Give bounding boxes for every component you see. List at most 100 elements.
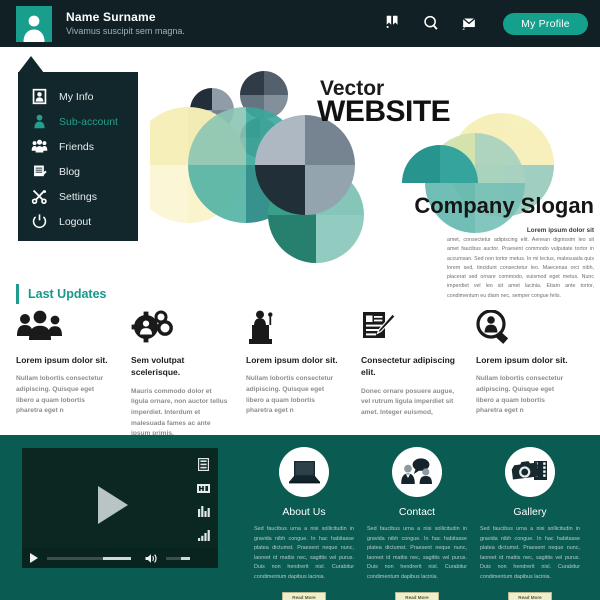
update-column[interactable]: Lorem ipsum dolor sit. Nullam lobortis c…	[246, 310, 361, 440]
last-updates-header: Last Updates	[16, 284, 107, 304]
avatar[interactable]	[16, 6, 52, 42]
read-more-button[interactable]: Read More	[395, 591, 439, 600]
card-text: Sed faucibus urna a nisi sollicitudin in…	[480, 526, 580, 581]
person-icon	[34, 114, 45, 129]
page-root: Name Surname Vivamus suscipit sem magna.…	[0, 0, 600, 600]
card-text: Sed faucibus urna a nisi sollicitudin in…	[367, 526, 467, 581]
card-title: About Us	[282, 506, 326, 518]
card-title: Gallery	[513, 506, 547, 518]
card-icon-circle	[392, 447, 442, 497]
search-icon[interactable]	[422, 14, 440, 32]
sidebar-item-my-info[interactable]: My Info	[18, 84, 138, 109]
column-title: Sem volutpat scelerisque.	[131, 355, 185, 378]
column-text: Nullam lobortis consectetur adipiscing. …	[16, 375, 104, 415]
bottom-section: About Us Sed faucibus urna a nisi sollic…	[0, 435, 600, 600]
sidebar-item-label: My Info	[59, 90, 94, 103]
info-card-contact[interactable]: Contact Sed faucibus urna a nisi sollici…	[365, 447, 469, 600]
video-controls	[22, 548, 218, 568]
user-info: Name Surname Vivamus suscipit sem magna.	[66, 10, 185, 36]
laptop-icon	[289, 461, 320, 484]
column-text: Nullam lobortis consectetur adipiscing. …	[246, 375, 334, 415]
id-card-icon	[32, 88, 47, 105]
sidebar-item-label: Sub-account	[59, 115, 118, 128]
column-text: Nullam lobortis consectetur adipiscing. …	[476, 375, 564, 415]
mail-icon[interactable]: 2	[460, 14, 478, 32]
hero-title: WEBSITE	[317, 95, 451, 128]
user-tagline: Vivamus suscipit sem magna.	[66, 26, 185, 36]
sidebar-item-logout[interactable]: Logout	[18, 209, 138, 234]
info-card-gallery[interactable]: Gallery Sed faucibus urna a nisi sollici…	[478, 447, 582, 600]
section-title: Last Updates	[28, 287, 107, 301]
gears-user-icon	[131, 310, 173, 343]
column-icon-wrap	[246, 310, 343, 346]
read-more-button[interactable]: Read More	[508, 591, 552, 600]
updates-columns: Lorem ipsum dolor sit. Nullam lobortis c…	[16, 310, 591, 440]
column-icon-wrap	[476, 310, 573, 346]
column-title: Lorem ipsum dolor sit.	[246, 355, 338, 365]
user-avatar-icon	[23, 15, 45, 42]
signal-bars-icon[interactable]	[197, 530, 210, 541]
equalizer-icon[interactable]	[197, 506, 210, 517]
form-pen-icon	[363, 312, 396, 338]
read-more-button[interactable]: Read More	[282, 591, 326, 600]
column-text: Donec ornare posuere augue, vel rutrum l…	[361, 387, 455, 416]
header-icon-group: 2	[384, 14, 478, 32]
video-player[interactable]	[22, 448, 218, 568]
sidebar-menu: My Info Sub-account Friends Blog Setting…	[18, 72, 138, 241]
update-column[interactable]: Lorem ipsum dolor sit. Nullam lobortis c…	[476, 310, 591, 440]
sidebar-item-blog[interactable]: Blog	[18, 159, 138, 184]
ribbon-icon[interactable]	[384, 14, 402, 32]
sidebar-pointer	[18, 56, 44, 73]
volume-bar[interactable]	[166, 556, 190, 560]
people-icon	[31, 139, 48, 153]
hero-slogan: Company Slogan	[414, 193, 594, 218]
column-icon-wrap	[131, 310, 228, 346]
people-group-icon	[17, 310, 62, 340]
update-column[interactable]: Sem volutpat scelerisque. Mauris commodo…	[131, 310, 246, 440]
play-triangle-icon[interactable]	[98, 486, 128, 524]
hero-body-title: Lorem ipsum dolor sit	[526, 227, 594, 234]
podium-speaker-icon	[249, 310, 273, 344]
info-card-about-us[interactable]: About Us Sed faucibus urna a nisi sollic…	[252, 447, 356, 600]
power-icon	[32, 214, 47, 229]
card-title: Contact	[398, 506, 436, 518]
user-name: Name Surname	[66, 10, 156, 24]
video-side-icons	[197, 458, 210, 541]
card-text: Sed faucibus urna a nisi sollicitudin in…	[254, 526, 354, 581]
sidebar-item-label: Logout	[59, 215, 92, 228]
seek-fill	[103, 556, 131, 560]
site-header: Name Surname Vivamus suscipit sem magna.…	[0, 0, 600, 47]
info-card-group: About Us Sed faucibus urna a nisi sollic…	[252, 447, 592, 600]
hero-banner: Vector WEBSITE Company Slogan Lorem ipsu…	[150, 55, 600, 299]
volume-fill	[181, 556, 190, 560]
seek-bar[interactable]	[47, 556, 131, 560]
column-icon-wrap	[361, 310, 458, 346]
play-icon[interactable]	[30, 553, 38, 563]
svg-text:2: 2	[462, 26, 465, 32]
sidebar-item-list: My Info Sub-account Friends Blog Setting…	[18, 72, 138, 234]
sidebar-item-sub-account[interactable]: Sub-account	[18, 109, 138, 134]
user-search-icon	[476, 310, 509, 344]
my-profile-button[interactable]: My Profile	[503, 13, 588, 35]
volume-icon[interactable]	[145, 553, 158, 564]
tools-icon	[31, 189, 47, 205]
sidebar-item-settings[interactable]: Settings	[18, 184, 138, 209]
sidebar-item-friends[interactable]: Friends	[18, 134, 138, 159]
sidebar-item-label: Friends	[59, 140, 95, 153]
update-column[interactable]: Consectetur adipiscing elit. Donec ornar…	[361, 310, 476, 440]
last-updates-section: Last Updates Lorem ipsum dolor sit. Null…	[0, 282, 600, 437]
people-chat-icon	[401, 458, 432, 484]
card-icon-circle	[279, 447, 329, 497]
sidebar-item-label: Settings	[59, 190, 97, 203]
column-text: Mauris commodo dolor et ligula ornare, n…	[131, 387, 228, 438]
sidebar-item-label: Blog	[59, 165, 81, 178]
update-column[interactable]: Lorem ipsum dolor sit. Nullam lobortis c…	[16, 310, 131, 440]
documents-icon	[34, 165, 47, 177]
list-icon[interactable]	[198, 458, 209, 471]
camera-film-icon	[511, 461, 547, 480]
column-title: Consectetur adipiscing elit.	[361, 355, 455, 378]
hd-badge-icon[interactable]	[197, 484, 210, 493]
video-screen[interactable]	[22, 448, 218, 548]
card-icon-circle	[505, 447, 555, 497]
column-title: Lorem ipsum dolor sit.	[16, 355, 108, 365]
